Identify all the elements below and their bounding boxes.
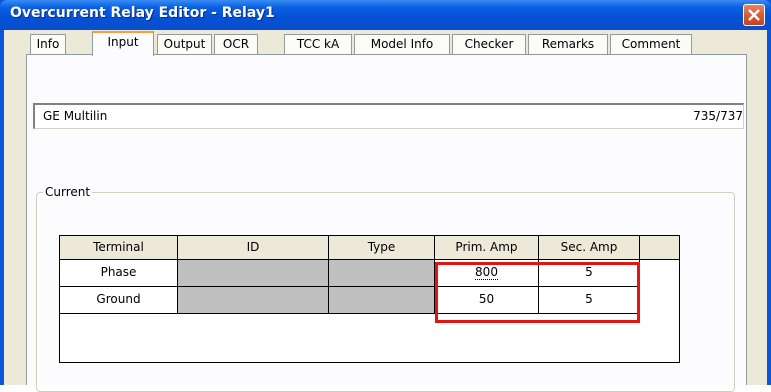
tab-checker[interactable]: Checker — [452, 34, 526, 54]
cell-id-ground[interactable] — [178, 287, 329, 314]
title-bar[interactable]: Overcurrent Relay Editor - Relay1 — [0, 0, 771, 30]
column-header-terminal[interactable]: Terminal — [60, 236, 178, 260]
manufacturer-name: GE Multilin — [43, 109, 108, 123]
column-header-filler — [640, 236, 679, 260]
close-icon — [748, 9, 760, 21]
tab-output[interactable]: Output — [157, 34, 212, 54]
tab-input[interactable]: Input — [92, 31, 154, 56]
column-header-sec-amp[interactable]: Sec. Amp — [539, 236, 640, 260]
column-header-prim-amp[interactable]: Prim. Amp — [435, 236, 539, 260]
cell-sec-amp-ground[interactable]: 5 — [539, 287, 640, 314]
column-header-id[interactable]: ID — [178, 236, 329, 260]
window-title: Overcurrent Relay Editor - Relay1 — [10, 5, 275, 21]
relay-count: 735/737 — [693, 109, 743, 123]
current-group-label: Current — [43, 185, 93, 199]
cell-id-phase[interactable] — [178, 260, 329, 287]
tab-comment[interactable]: Comment — [610, 34, 692, 54]
tab-ocr[interactable]: OCR — [214, 34, 258, 54]
prim-amp-phase-value[interactable]: 800 — [475, 265, 498, 280]
cell-prim-amp-phase[interactable]: 800 — [435, 260, 539, 287]
cell-sec-amp-phase[interactable]: 5 — [539, 260, 640, 287]
tab-tcc-ka[interactable]: TCC kA — [284, 34, 352, 54]
tab-remarks[interactable]: Remarks — [528, 34, 608, 54]
cell-terminal-phase[interactable]: Phase — [60, 260, 178, 287]
window-border-right — [767, 30, 771, 385]
tab-info[interactable]: Info — [30, 34, 66, 54]
cell-terminal-ground[interactable]: Ground — [60, 287, 178, 314]
cell-prim-amp-ground[interactable]: 50 — [435, 287, 539, 314]
manufacturer-field — [33, 103, 744, 129]
cell-type-ground[interactable] — [329, 287, 435, 314]
cell-type-phase[interactable] — [329, 260, 435, 287]
editor-window: Overcurrent Relay Editor - Relay1 Info I… — [0, 0, 771, 392]
close-button[interactable] — [743, 4, 765, 26]
column-header-type[interactable]: Type — [329, 236, 435, 260]
tab-model-info[interactable]: Model Info — [354, 34, 450, 54]
